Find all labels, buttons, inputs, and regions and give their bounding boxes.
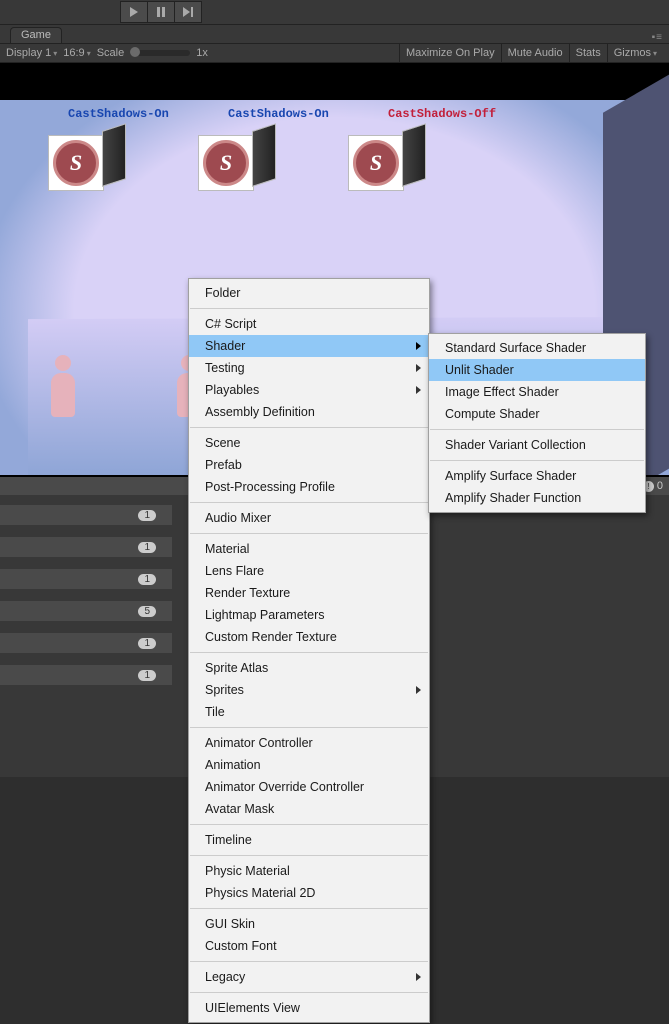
menu-item-compute-shader[interactable]: Compute Shader bbox=[429, 403, 645, 425]
menu-item-timeline[interactable]: Timeline bbox=[189, 829, 429, 851]
scene-figure bbox=[38, 355, 88, 425]
console-rows: 1 1 1 5 1 1 bbox=[0, 505, 172, 685]
scale-value: 1x bbox=[196, 47, 208, 59]
transport-controls bbox=[120, 1, 202, 23]
menu-item-physic-material[interactable]: Physic Material bbox=[189, 860, 429, 882]
editor-toolbar bbox=[0, 0, 669, 25]
chevron-down-icon: ▾ bbox=[87, 49, 91, 58]
menu-item-sprites[interactable]: Sprites bbox=[189, 679, 429, 701]
console-row-badge: 1 bbox=[138, 510, 156, 521]
display-select[interactable]: Display 1▾ bbox=[6, 47, 57, 59]
console-row-badge: 1 bbox=[138, 670, 156, 681]
menu-item-audio-mixer[interactable]: Audio Mixer bbox=[189, 507, 429, 529]
menu-item-animator-controller[interactable]: Animator Controller bbox=[189, 732, 429, 754]
pause-button[interactable] bbox=[148, 1, 175, 23]
menu-item-shader-variant-collection[interactable]: Shader Variant Collection bbox=[429, 434, 645, 456]
panel-menu-icon[interactable]: ▪≡ bbox=[652, 32, 663, 43]
step-icon bbox=[183, 7, 193, 17]
menu-item-lightmap-parameters[interactable]: Lightmap Parameters bbox=[189, 604, 429, 626]
chevron-down-icon: ▾ bbox=[53, 49, 57, 58]
menu-item-lens-flare[interactable]: Lens Flare bbox=[189, 560, 429, 582]
menu-item-unlit-shader[interactable]: Unlit Shader bbox=[429, 359, 645, 381]
menu-item-image-effect-shader[interactable]: Image Effect Shader bbox=[429, 381, 645, 403]
logo-badge: S bbox=[203, 140, 249, 186]
gizmos-toggle[interactable]: Gizmos▾ bbox=[607, 44, 663, 62]
scene-cube: S bbox=[198, 131, 276, 189]
menu-item-prefab[interactable]: Prefab bbox=[189, 454, 429, 476]
scene-label-1: CastShadows-On bbox=[68, 107, 169, 121]
console-row-badge: 1 bbox=[138, 574, 156, 585]
scale-label: Scale bbox=[97, 47, 125, 59]
menu-item-legacy[interactable]: Legacy bbox=[189, 966, 429, 988]
console-row-badge: 1 bbox=[138, 542, 156, 553]
menu-item-custom-render-texture[interactable]: Custom Render Texture bbox=[189, 626, 429, 648]
tab-game-label: Game bbox=[21, 29, 51, 41]
scene-label-3: CastShadows-Off bbox=[388, 107, 496, 121]
menu-item-testing[interactable]: Testing bbox=[189, 357, 429, 379]
tab-game[interactable]: Game bbox=[10, 27, 62, 43]
pause-icon bbox=[157, 7, 165, 17]
menu-item-avatar-mask[interactable]: Avatar Mask bbox=[189, 798, 429, 820]
console-row-badge: 1 bbox=[138, 638, 156, 649]
menu-item-assembly-definition[interactable]: Assembly Definition bbox=[189, 401, 429, 423]
scene-label-2: CastShadows-On bbox=[228, 107, 329, 121]
menu-item-standard-surface-shader[interactable]: Standard Surface Shader bbox=[429, 337, 645, 359]
logo-badge: S bbox=[53, 140, 99, 186]
menu-item-material[interactable]: Material bbox=[189, 538, 429, 560]
console-row[interactable]: 1 bbox=[0, 569, 172, 589]
menu-item-sprite-atlas[interactable]: Sprite Atlas bbox=[189, 657, 429, 679]
aspect-select[interactable]: 16:9▾ bbox=[63, 47, 90, 59]
menu-item-c-script[interactable]: C# Script bbox=[189, 313, 429, 335]
console-row[interactable]: 1 bbox=[0, 505, 172, 525]
console-row-badge: 5 bbox=[138, 606, 156, 617]
menu-item-shader[interactable]: Shader bbox=[189, 335, 429, 357]
scene-cube: S bbox=[348, 131, 426, 189]
logo-badge: S bbox=[353, 140, 399, 186]
menu-item-gui-skin[interactable]: GUI Skin bbox=[189, 913, 429, 935]
scale-slider[interactable] bbox=[130, 50, 190, 56]
menu-item-playables[interactable]: Playables bbox=[189, 379, 429, 401]
game-settings-bar: Display 1▾ 16:9▾ Scale 1x Maximize On Pl… bbox=[0, 43, 669, 63]
menu-item-post-processing-profile[interactable]: Post-Processing Profile bbox=[189, 476, 429, 498]
stats-toggle[interactable]: Stats bbox=[569, 44, 607, 62]
menu-item-physics-material-2d[interactable]: Physics Material 2D bbox=[189, 882, 429, 904]
shader-submenu[interactable]: Standard Surface ShaderUnlit ShaderImage… bbox=[428, 333, 646, 513]
menu-item-uielements-view[interactable]: UIElements View bbox=[189, 997, 429, 1019]
menu-item-render-texture[interactable]: Render Texture bbox=[189, 582, 429, 604]
console-row[interactable]: 1 bbox=[0, 665, 172, 685]
chevron-down-icon: ▾ bbox=[653, 49, 657, 58]
menu-item-amplify-shader-function[interactable]: Amplify Shader Function bbox=[429, 487, 645, 509]
mute-toggle[interactable]: Mute Audio bbox=[501, 44, 569, 62]
create-context-menu[interactable]: Folder C# ScriptShaderTestingPlayablesAss… bbox=[188, 278, 430, 1023]
play-icon bbox=[130, 7, 138, 17]
console-row[interactable]: 1 bbox=[0, 537, 172, 557]
console-row[interactable]: 1 bbox=[0, 633, 172, 653]
scene-cube: S bbox=[48, 131, 126, 189]
menu-item-amplify-surface-shader[interactable]: Amplify Surface Shader bbox=[429, 465, 645, 487]
step-button[interactable] bbox=[175, 1, 202, 23]
menu-item-tile[interactable]: Tile bbox=[189, 701, 429, 723]
game-tab-bar: Game ▪≡ bbox=[0, 25, 669, 43]
menu-item-scene[interactable]: Scene bbox=[189, 432, 429, 454]
menu-item-custom-font[interactable]: Custom Font bbox=[189, 935, 429, 957]
menu-item-animation[interactable]: Animation bbox=[189, 754, 429, 776]
menu-item-animator-override-controller[interactable]: Animator Override Controller bbox=[189, 776, 429, 798]
maximize-toggle[interactable]: Maximize On Play bbox=[399, 44, 501, 62]
console-row[interactable]: 5 bbox=[0, 601, 172, 621]
menu-item-folder[interactable]: Folder bbox=[189, 282, 429, 304]
play-button[interactable] bbox=[120, 1, 148, 23]
